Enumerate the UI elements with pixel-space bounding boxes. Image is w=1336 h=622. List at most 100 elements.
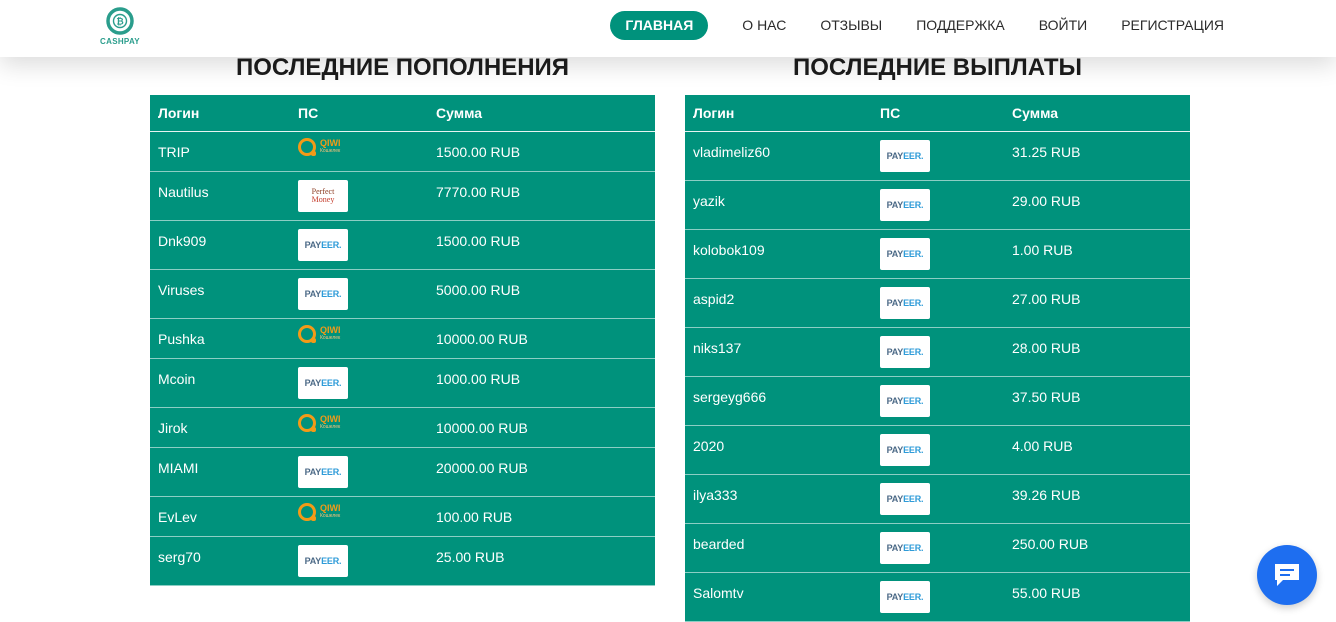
table-row: 2020 PAYEER. 4.00 RUB <box>685 426 1190 475</box>
cell-ps: PAYEER. <box>872 573 1004 621</box>
payeer-logo: PAYEER. <box>298 367 348 399</box>
payeer-logo: PAYEER. <box>298 545 348 577</box>
cell-amount: 10000.00 RUB <box>436 331 528 347</box>
cell-login: Mcoin <box>158 371 196 387</box>
chat-bubble-icon <box>1275 564 1299 586</box>
cell-login: sergeyg666 <box>693 389 767 405</box>
table-row: sergeyg666 PAYEER. 37.50 RUB <box>685 377 1190 426</box>
svg-text:₿: ₿ <box>116 17 123 28</box>
table-row: TRIP QIWI Кошелек 1500.00 RUB <box>150 132 655 172</box>
cell-amount: 10000.00 RUB <box>436 420 528 436</box>
cell-amount: 4.00 RUB <box>1012 438 1073 454</box>
cell-ps: PAYEER. <box>872 377 1004 425</box>
cashpay-logo[interactable]: ₿ CASHPAY <box>98 6 142 52</box>
column-ps: ПС <box>298 105 319 121</box>
cell-login: EvLev <box>158 509 197 525</box>
cell-ps: PAYEER. <box>290 359 428 407</box>
cell-ps: PAYEER. <box>872 426 1004 474</box>
table-row: Salomtv PAYEER. 55.00 RUB <box>685 573 1190 622</box>
cell-login: Dnk909 <box>158 233 207 249</box>
table-row: kolobok109 PAYEER. 1.00 RUB <box>685 230 1190 279</box>
nav-item-5[interactable]: РЕГИСТРАЦИЯ <box>1121 11 1224 40</box>
payeer-logo: PAYEER. <box>880 532 930 564</box>
table-row: aspid2 PAYEER. 27.00 RUB <box>685 279 1190 328</box>
cell-ps: QIWI Кошелек <box>290 408 428 447</box>
cell-amount: 7770.00 RUB <box>436 184 521 200</box>
table-row: Viruses PAYEER. 5000.00 RUB <box>150 270 655 319</box>
cell-ps: PAYEER. <box>872 475 1004 523</box>
cell-login: aspid2 <box>693 291 735 307</box>
cell-amount: 55.00 RUB <box>1012 585 1081 601</box>
payeer-logo: PAYEER. <box>880 238 930 270</box>
cell-login: serg70 <box>158 549 201 565</box>
cell-ps: QIWI Кошелек <box>290 319 428 358</box>
table-row: Pushka QIWI Кошелек 10000.00 RUB <box>150 319 655 359</box>
cell-ps: PAYEER. <box>290 537 428 585</box>
payeer-logo: PAYEER. <box>880 287 930 319</box>
cell-login: TRIP <box>158 144 190 160</box>
table-row: yazik PAYEER. 29.00 RUB <box>685 181 1190 230</box>
cell-amount: 20000.00 RUB <box>436 460 528 476</box>
table-row: MIAMI PAYEER. 20000.00 RUB <box>150 448 655 497</box>
payeer-logo: PAYEER. <box>298 229 348 261</box>
table-row: serg70 PAYEER. 25.00 RUB <box>150 537 655 586</box>
qiwi-logo: QIWI Кошелек <box>298 325 428 343</box>
cell-login: Pushka <box>158 331 205 347</box>
payeer-logo: PAYEER. <box>298 278 348 310</box>
qiwi-logo: QIWI Кошелек <box>298 503 428 521</box>
cell-ps: PAYEER. <box>290 448 428 496</box>
nav-item-1[interactable]: О НАС <box>742 11 786 40</box>
table-row: niks137 PAYEER. 28.00 RUB <box>685 328 1190 377</box>
table-row: vladimeliz60 PAYEER. 31.25 RUB <box>685 132 1190 181</box>
cell-login: niks137 <box>693 340 742 356</box>
table-row: Jirok QIWI Кошелек 10000.00 RUB <box>150 408 655 448</box>
cell-login: Nautilus <box>158 184 209 200</box>
cell-ps: PAYEER. <box>872 279 1004 327</box>
site-header: ₿ CASHPAY ГЛАВНАЯ О НАС ОТЗЫВЫ ПОДДЕРЖКА ВОЙ… <box>0 0 1336 57</box>
cell-amount: 1500.00 RUB <box>436 233 521 249</box>
cell-amount: 28.00 RUB <box>1012 340 1081 356</box>
chat-widget-button[interactable] <box>1257 545 1317 605</box>
payouts-table: Логин ПС Сумма vladimeliz60 PAYEER. 31.25 … <box>685 95 1190 622</box>
qiwi-logo: QIWI Кошелек <box>298 414 428 432</box>
table-row: EvLev QIWI Кошелек 100.00 RUB <box>150 497 655 537</box>
cell-ps: PAYEER. <box>872 328 1004 376</box>
cell-amount: 37.50 RUB <box>1012 389 1081 405</box>
cell-login: kolobok109 <box>693 242 765 258</box>
column-login: Логин <box>693 105 735 121</box>
nav-item-4[interactable]: ВОЙТИ <box>1039 11 1087 40</box>
cell-amount: 27.00 RUB <box>1012 291 1081 307</box>
payeer-logo: PAYEER. <box>298 456 348 488</box>
cell-login: ilya333 <box>693 487 738 503</box>
cell-login: MIAMI <box>158 460 199 476</box>
table-row: bearded PAYEER. 250.00 RUB <box>685 524 1190 573</box>
table-header: Логин ПС Сумма <box>150 95 655 132</box>
payeer-logo: PAYEER. <box>880 189 930 221</box>
table-row: Dnk909 PAYEER. 1500.00 RUB <box>150 221 655 270</box>
perfect-money-logo: Perfect Money <box>298 180 348 212</box>
cell-ps: PAYEER. <box>290 270 428 318</box>
cell-ps: PAYEER. <box>290 221 428 269</box>
nav-item-3[interactable]: ПОДДЕРЖКА <box>916 11 1005 40</box>
cell-ps: PAYEER. <box>872 181 1004 229</box>
cell-ps: PAYEER. <box>872 524 1004 572</box>
deposits-table: Логин ПС Сумма TRIP QIWI Кошелек 1500.00 RU… <box>150 95 655 586</box>
column-amount: Сумма <box>1012 105 1059 121</box>
cell-login: Salomtv <box>693 585 744 601</box>
cell-ps: Perfect Money <box>290 172 428 220</box>
table-row: ilya333 PAYEER. 39.26 RUB <box>685 475 1190 524</box>
cell-login: bearded <box>693 536 745 552</box>
cell-amount: 1.00 RUB <box>1012 242 1073 258</box>
cell-login: 2020 <box>693 438 725 454</box>
main-nav: ГЛАВНАЯ О НАС ОТЗЫВЫ ПОДДЕРЖКА ВОЙТИ РЕГИСТРА… <box>610 11 1224 40</box>
cell-amount: 1500.00 RUB <box>436 144 521 160</box>
cell-ps: PAYEER. <box>872 132 1004 180</box>
cell-amount: 100.00 RUB <box>436 509 513 525</box>
cell-amount: 31.25 RUB <box>1012 144 1081 160</box>
nav-item-2[interactable]: ОТЗЫВЫ <box>820 11 882 40</box>
table-header: Логин ПС Сумма <box>685 95 1190 132</box>
cell-login: yazik <box>693 193 725 209</box>
payeer-logo: PAYEER. <box>880 336 930 368</box>
nav-item-0[interactable]: ГЛАВНАЯ <box>610 11 709 40</box>
payeer-logo: PAYEER. <box>880 483 930 515</box>
